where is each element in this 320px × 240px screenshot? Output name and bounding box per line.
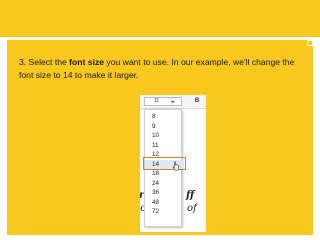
font-size-option[interactable]: 8 bbox=[145, 112, 183, 122]
font-size-value: 11 bbox=[154, 98, 160, 104]
screenshot-toolbar: 11 B bbox=[140, 95, 206, 109]
instruction-part1: 3. Select the bbox=[19, 57, 70, 67]
font-size-option[interactable]: 11 bbox=[145, 141, 183, 151]
font-size-option[interactable]: 24 bbox=[145, 179, 183, 189]
bold-button[interactable]: B bbox=[192, 97, 202, 106]
chevron-down-icon[interactable] bbox=[171, 101, 175, 103]
font-size-screenshot: 11 B ru ff io of 8 9 10 11 12 14 18 24 3… bbox=[140, 95, 206, 232]
font-size-select[interactable]: 11 bbox=[144, 97, 182, 106]
font-size-option[interactable]: 10 bbox=[145, 131, 183, 141]
corner-decoration bbox=[307, 40, 313, 46]
font-size-option[interactable]: 9 bbox=[145, 122, 183, 132]
font-size-option[interactable]: 48 bbox=[145, 198, 183, 208]
font-size-option[interactable]: 72 bbox=[145, 207, 183, 217]
font-size-option[interactable]: 36 bbox=[145, 188, 183, 198]
hand-cursor-icon bbox=[172, 161, 179, 171]
top-band bbox=[0, 0, 320, 37]
instruction-bold: font size bbox=[69, 57, 105, 67]
slide: 3. Select the font size you want to use.… bbox=[0, 0, 320, 240]
instruction-text: 3. Select the font size you want to use.… bbox=[19, 56, 311, 82]
